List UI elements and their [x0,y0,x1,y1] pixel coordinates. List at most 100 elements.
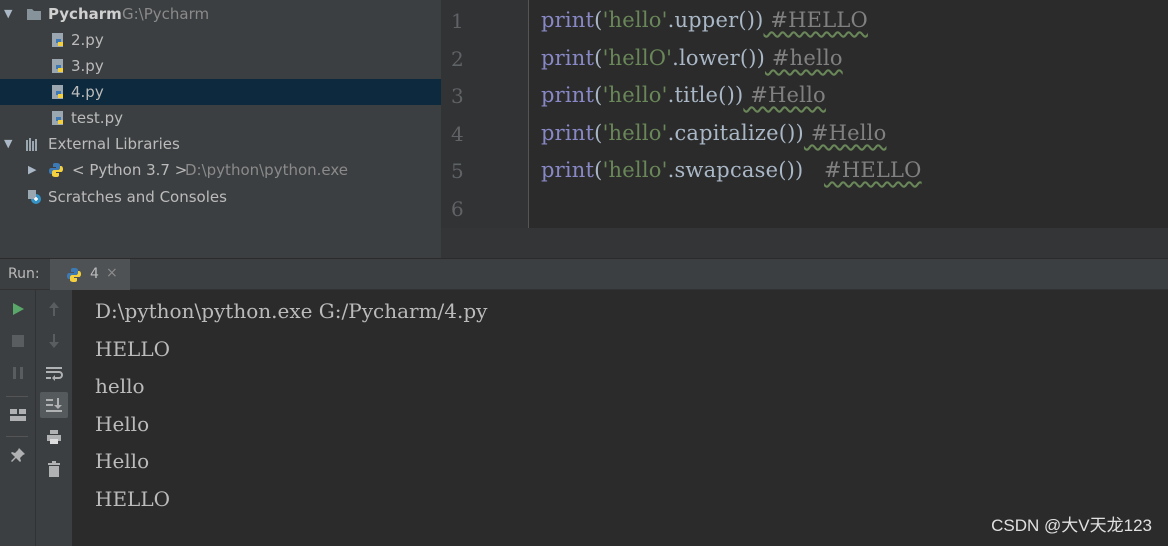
root-folder-path: G:\Pycharm [122,5,210,23]
comment: #Hello [743,83,826,107]
scroll-to-end-icon [46,398,62,412]
python-file-icon [52,33,63,47]
run-toolbar: Run: 4 × [0,258,1168,290]
tree-external-libraries[interactable]: ▼ External Libraries [0,131,441,157]
external-libraries-label: External Libraries [48,135,180,153]
stop-button[interactable] [4,328,32,354]
play-icon [13,303,24,315]
python-icon [67,268,81,282]
paren: ( [594,83,603,107]
close-tab-icon[interactable]: × [106,265,118,281]
scroll-up-button[interactable] [40,296,68,322]
expand-arrow-icon[interactable]: ▼ [4,1,18,27]
printer-icon [47,430,61,444]
method-call: .title()) [667,83,744,107]
comment: #HELLO [763,8,868,32]
code-line[interactable]: print('hello'.swapcase()) #HELLO [541,158,922,182]
tree-root-pycharm[interactable]: ▼ Pycharm G:\Pycharm [0,1,441,27]
file-name: 2.py [71,31,104,49]
separator [6,396,28,397]
arrow-up-icon [49,302,59,316]
scroll-to-end-button[interactable] [40,392,68,418]
console-output[interactable]: D:\python\python.exe G:/Pycharm/4.py HEL… [72,290,1168,546]
tree-python-sdk[interactable]: ▶ < Python 3.7 > D:\python\python.exe [0,157,441,183]
python-file-icon [52,85,63,99]
code-line[interactable]: print('hello'.upper()) #HELLO [541,8,868,32]
pause-button[interactable] [4,360,32,386]
console-line: Hello [95,412,150,436]
rerun-button[interactable] [4,296,32,322]
keyword-print: print [541,46,595,70]
folder-icon [27,9,41,20]
string-literal: 'hello' [602,121,668,145]
clear-all-button[interactable] [40,456,68,482]
comment: #Hello [803,121,887,145]
string-literal: 'hello' [602,83,668,107]
code-editor[interactable]: print('hello'.upper()) #HELLO print('hel… [530,0,1168,228]
print-button[interactable] [40,424,68,450]
expand-arrow-icon[interactable]: ▼ [4,131,18,157]
python-file-icon [52,111,63,125]
arrow-down-icon [49,334,59,348]
console-line: HELLO [95,337,170,361]
tree-file-testpy[interactable]: test.py [0,105,441,131]
pin-icon [11,448,25,462]
code-line[interactable]: print('hello'.title()) #Hello [541,83,826,107]
file-name: test.py [71,109,123,127]
line-number: 1 [451,9,464,33]
scroll-down-button[interactable] [40,328,68,354]
file-name: 3.py [71,57,104,75]
python-icon [49,163,63,177]
watermark: CSDN @大V天龙123 [991,516,1152,535]
layout-icon [10,409,26,421]
library-icon [26,138,37,151]
keyword-print: print [541,83,595,107]
paren: ( [594,46,603,70]
python-sdk-path: D:\python\python.exe [185,161,349,179]
run-tab-4[interactable]: 4 × [50,259,130,290]
keyword-print: print [541,8,595,32]
soft-wrap-button[interactable] [40,360,68,386]
run-tab-name: 4 [90,266,99,282]
keyword-print: print [541,121,595,145]
tree-file-4py[interactable]: 4.py [0,79,441,105]
console-line: D:\python\python.exe G:/Pycharm/4.py [95,299,488,323]
console-line: Hello [95,449,150,473]
paren: ( [594,158,603,182]
run-label: Run: [8,266,40,282]
line-number: 4 [451,122,464,146]
tree-scratches[interactable]: Scratches and Consoles [0,184,441,210]
project-tree: ▼ Pycharm G:\Pycharm 2.py 3.py 4.py test… [0,0,441,258]
root-folder-name: Pycharm [48,5,122,23]
restore-layout-button[interactable] [4,402,32,428]
method-call: .capitalize()) [667,121,804,145]
editor-scroll-area [441,228,1168,258]
code-line[interactable]: print('hellO'.lower()) #hello [541,46,843,70]
method-call: .swapcase()) [667,158,825,182]
line-number: 6 [451,197,464,221]
line-number: 3 [451,84,464,108]
stop-icon [12,335,24,347]
string-literal: 'hellO' [602,46,673,70]
python-file-icon [52,59,63,73]
comment: #HELLO [824,158,922,182]
scratches-icon [28,190,41,204]
console-line: hello [95,374,145,398]
python-sdk-label: < Python 3.7 > [72,161,188,179]
keyword-print: print [541,158,595,182]
comment: #hello [765,46,843,70]
collapse-arrow-icon[interactable]: ▶ [28,157,42,183]
console-line: HELLO [95,487,170,511]
string-literal: 'hello' [602,8,668,32]
string-literal: 'hello' [602,158,668,182]
tree-file-3py[interactable]: 3.py [0,53,441,79]
editor-gutter: 1 2 3 4 5 6 [441,0,529,228]
method-call: .lower()) [672,46,765,70]
paren: ( [594,121,603,145]
paren: ( [594,8,603,32]
console-actions-strip [36,290,72,546]
code-line[interactable]: print('hello'.capitalize()) #Hello [541,121,886,145]
separator [6,436,28,437]
tree-file-2py[interactable]: 2.py [0,27,441,53]
pin-tab-button[interactable] [4,442,32,468]
